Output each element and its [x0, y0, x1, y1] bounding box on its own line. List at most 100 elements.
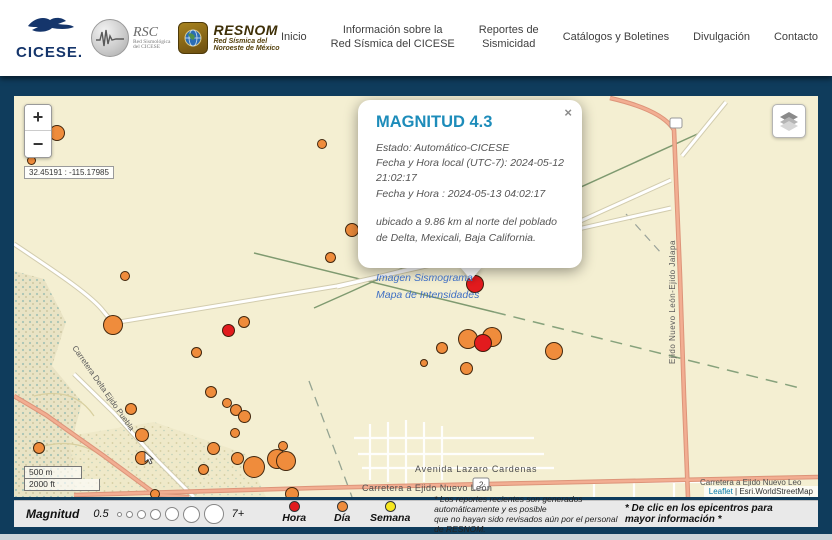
epicenter-marker[interactable] [231, 452, 244, 465]
epicenter-marker[interactable] [460, 362, 473, 375]
note-left-line2: que no hayan sido revisados aún por el p… [434, 514, 625, 534]
resnom-subtitle-1: Red Sísmica del [213, 38, 279, 45]
magnitude-size-circle [165, 507, 179, 521]
resnom-logo[interactable]: RESNOM Red Sísmica del Noroeste de Méxic… [178, 22, 279, 54]
popup-close-icon[interactable]: × [564, 106, 572, 119]
legend-magnitud-label: Magnitud [26, 507, 79, 521]
epicenter-marker[interactable] [198, 464, 209, 475]
dia-color-dot [337, 501, 348, 512]
main-nav: Inicio Información sobre la Red Sísmica … [281, 0, 818, 76]
nav-contacto[interactable]: Contacto [774, 31, 818, 45]
hora-label: Hora [282, 512, 306, 524]
epicenter-marker[interactable] [191, 347, 202, 358]
site-header: CICESE. RSC Red Sismológica del CICESE [0, 0, 832, 76]
epicenter-marker[interactable] [545, 342, 563, 360]
popup-fecha-local: Fecha y Hora local (UTC-7): 2024-05-12 2… [376, 156, 564, 186]
layers-control-button[interactable] [772, 104, 806, 138]
epicenter-marker[interactable] [238, 410, 251, 423]
epicenter-marker[interactable] [238, 316, 250, 328]
semana-label: Semana [370, 512, 410, 524]
epicenter-marker[interactable] [436, 342, 448, 354]
legend-note-left: * Los reportes recientes son generados a… [434, 494, 625, 535]
epicenter-marker[interactable] [325, 252, 336, 263]
nav-reportes[interactable]: Reportes de Sismicidad [479, 24, 539, 52]
legend-age-item-semana: Semana [370, 505, 410, 524]
scale-metric: 500 m [24, 466, 82, 479]
hora-color-dot [289, 501, 300, 512]
magnitude-size-circle [204, 504, 224, 524]
cicese-logo[interactable]: CICESE. [16, 16, 83, 61]
epicenter-marker[interactable] [345, 223, 359, 237]
resnom-logo-text: RESNOM Red Sísmica del Noroeste de Méxic… [213, 23, 279, 52]
map-attribution: Leaflet | Esri.WorldStreetMap [704, 486, 818, 497]
magnitude-size-circle [183, 506, 200, 523]
popup-ubicacion: ubicado a 9.86 km al norte del poblado d… [376, 215, 566, 247]
dia-label: Día [334, 512, 350, 524]
resnom-globe-icon [178, 22, 208, 54]
layers-icon [778, 111, 800, 131]
cicese-logo-text: CICESE. [16, 44, 83, 61]
resnom-page: CICESE. RSC Red Sismológica del CICESE [0, 0, 832, 540]
magnitude-size-circle [126, 511, 133, 518]
epicenter-marker[interactable] [474, 334, 492, 352]
magnitude-size-circle [150, 509, 161, 520]
magnitude-size-circle [137, 510, 146, 519]
rsc-seismogram-icon [91, 19, 129, 57]
epicenter-marker[interactable] [230, 428, 240, 438]
resnom-subtitle-2: Noroeste de México [213, 45, 279, 52]
seismicity-map[interactable]: 2 Carretera Delta Ejido Puebla Ejido Nue… [14, 96, 818, 497]
epicenter-marker[interactable] [135, 428, 149, 442]
legend-age-item-dia: Día [322, 505, 362, 524]
leaflet-link[interactable]: Leaflet [709, 487, 733, 496]
mouse-cursor [144, 451, 154, 465]
epicenter-marker[interactable] [33, 442, 45, 454]
rsc-title: RSC [133, 26, 170, 40]
mouse-coordinates: 32.45191 : -115.17985 [24, 166, 114, 179]
epicenter-marker[interactable] [150, 489, 160, 497]
bottom-strip [0, 534, 832, 540]
map-scale-control: 500 m 2000 ft [24, 466, 100, 491]
zoom-out-button[interactable]: − [25, 131, 51, 157]
rsc-logo-text: RSC Red Sismológica del CICESE [133, 26, 170, 51]
nav-inicio[interactable]: Inicio [281, 31, 307, 45]
earthquake-popup: × MAGNITUD 4.3 Estado: Automático-CICESE… [358, 100, 582, 268]
nav-informacion[interactable]: Información sobre la Red Sísmica del CIC… [331, 24, 455, 52]
rsc-logo[interactable]: RSC Red Sismológica del CICESE [91, 19, 170, 57]
link-mapa-intensidades[interactable]: Mapa de Intensidades [376, 287, 564, 303]
scale-imperial: 2000 ft [24, 479, 100, 491]
popup-fecha-utc: Fecha y Hora : 2024-05-13 04:02:17 [376, 187, 564, 202]
epicenter-marker[interactable] [205, 386, 217, 398]
nav-catalogos[interactable]: Catálogos y Boletines [563, 31, 669, 45]
epicenter-marker[interactable] [207, 442, 220, 455]
link-imagen-sismograma[interactable]: Imagen Sismograma [376, 270, 564, 286]
resnom-title: RESNOM [213, 23, 279, 38]
zoom-in-button[interactable]: + [25, 105, 51, 131]
nav-divulgacion[interactable]: Divulgación [693, 31, 750, 45]
magnitude-size-circle [117, 512, 122, 517]
legend-min-label: 0.5 [93, 508, 108, 520]
logo-group: CICESE. RSC Red Sismológica del CICESE [0, 16, 280, 61]
map-zoom-control: + − [24, 104, 52, 158]
epicenter-marker[interactable] [243, 456, 265, 478]
epicenter-marker[interactable] [276, 451, 296, 471]
epicenter-marker[interactable] [285, 487, 299, 497]
epicenter-marker[interactable] [420, 359, 428, 367]
legend-age-item-hora: Hora [274, 505, 314, 524]
epicenter-marker[interactable] [317, 139, 327, 149]
legend-max-label: 7+ [232, 508, 245, 520]
rsc-subtitle-2: del CICESE [133, 45, 170, 51]
epicenter-marker[interactable] [278, 441, 288, 451]
epicenter-marker[interactable] [222, 324, 235, 337]
semana-color-dot [385, 501, 396, 512]
legend-bar: Magnitud 0.5 7+ HoraDíaSemana * Los repo… [14, 500, 818, 527]
popup-estado: Estado: Automático-CICESE [376, 141, 564, 156]
epicenter-marker[interactable] [103, 315, 123, 335]
cicese-bird-icon [24, 16, 76, 47]
popup-magnitude-title: MAGNITUD 4.3 [376, 113, 564, 132]
epicenter-marker[interactable] [120, 271, 130, 281]
legend-size-circles [117, 504, 224, 524]
attribution-source: | Esri.WorldStreetMap [733, 487, 813, 496]
epicenter-marker[interactable] [125, 403, 137, 415]
legend-age-group: Hora Día Semana [274, 505, 410, 524]
legend-note-right: * De clic en los epicentros para mayor i… [625, 503, 804, 525]
